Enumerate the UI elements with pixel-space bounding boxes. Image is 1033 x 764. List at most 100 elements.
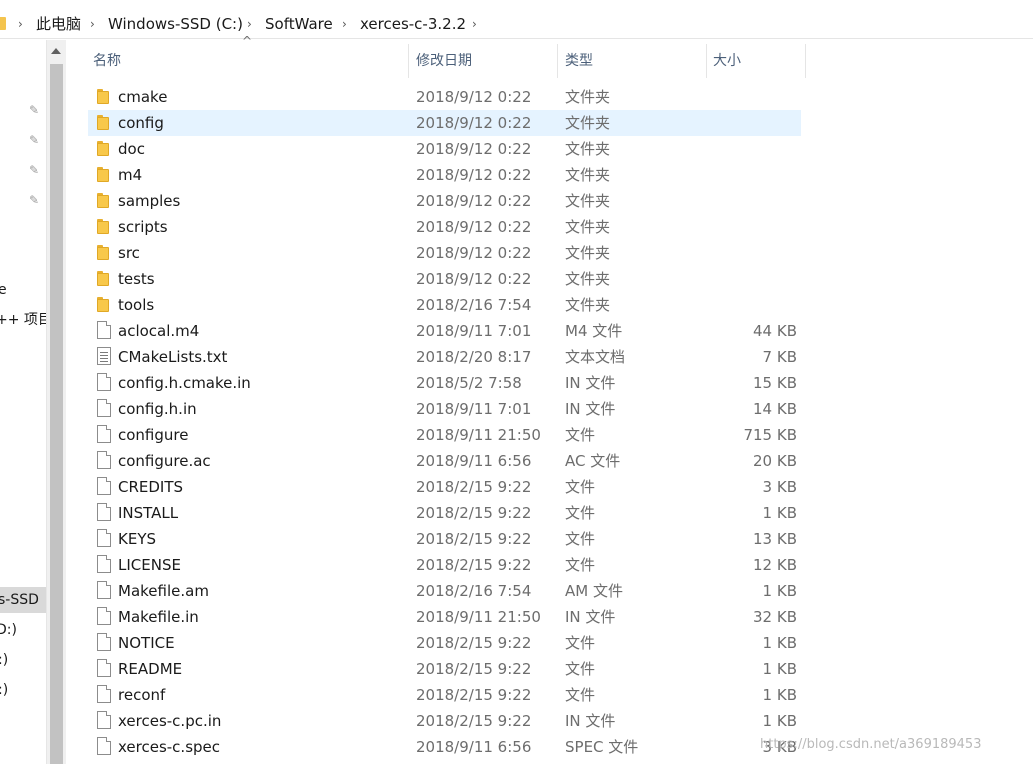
file-row[interactable]: Makefile.in 2018/9/11 21:50 IN 文件 32 KB (88, 604, 801, 630)
column-divider[interactable] (408, 44, 409, 78)
nav-item-project[interactable]: ++ 项目 (0, 310, 46, 330)
file-row[interactable]: config.h.cmake.in 2018/5/2 7:58 IN 文件 15 KB (88, 370, 801, 396)
file-date: 2018/9/11 21:50 (416, 426, 541, 444)
file-name: configure (118, 426, 189, 444)
nav-scrollbar[interactable] (46, 40, 66, 764)
file-row[interactable]: LICENSE 2018/2/15 9:22 文件 12 KB (88, 552, 801, 578)
column-header-type[interactable]: 类型 (565, 40, 593, 80)
breadcrumb-drive[interactable]: Windows-SSD (C:) (108, 14, 243, 34)
file-row[interactable]: xerces-c.pc.in 2018/2/15 9:22 IN 文件 1 KB (88, 708, 801, 734)
file-size: 1 KB (762, 660, 797, 678)
file-date: 2018/5/2 7:58 (416, 374, 522, 392)
chevron-right-icon[interactable]: › (342, 14, 347, 34)
file-row[interactable]: config.h.in 2018/9/11 7:01 IN 文件 14 KB (88, 396, 801, 422)
file-row[interactable]: configure.ac 2018/9/11 6:56 AC 文件 20 KB (88, 448, 801, 474)
file-row[interactable]: configure 2018/9/11 21:50 文件 715 KB (88, 422, 801, 448)
file-row[interactable]: INSTALL 2018/2/15 9:22 文件 1 KB (88, 500, 801, 526)
file-date: 2018/9/12 0:22 (416, 166, 532, 184)
file-row[interactable]: doc 2018/9/12 0:22 文件夹 (88, 136, 801, 162)
file-row[interactable]: cmake 2018/9/12 0:22 文件夹 (88, 84, 801, 110)
file-type: 文本文档 (565, 348, 626, 366)
file-row[interactable]: samples 2018/9/12 0:22 文件夹 (88, 188, 801, 214)
file-row[interactable]: README 2018/2/15 9:22 文件 1 KB (88, 656, 801, 682)
file-row[interactable]: src 2018/9/12 0:22 文件夹 (88, 240, 801, 266)
file-date: 2018/2/16 7:54 (416, 582, 532, 600)
file-date: 2018/2/15 9:22 (416, 660, 532, 678)
nav-item[interactable]: e (0, 280, 7, 300)
file-name: cmake (118, 88, 168, 106)
file-date: 2018/9/12 0:22 (416, 88, 532, 106)
pin-icon[interactable]: ✎ (27, 163, 41, 177)
file-date: 2018/9/12 0:22 (416, 270, 532, 288)
file-size: 1 KB (762, 634, 797, 652)
file-row[interactable]: tests 2018/9/12 0:22 文件夹 (88, 266, 801, 292)
file-type: IN 文件 (565, 400, 616, 418)
scrollbar-thumb[interactable] (50, 64, 63, 764)
file-row[interactable]: aclocal.m4 2018/9/11 7:01 M4 文件 44 KB (88, 318, 801, 344)
pin-icon[interactable]: ✎ (27, 103, 41, 117)
file-name: tools (118, 296, 155, 314)
nav-item-drive[interactable]: :) (0, 680, 8, 700)
file-type: 文件夹 (565, 166, 611, 184)
file-row[interactable]: scripts 2018/9/12 0:22 文件夹 (88, 214, 801, 240)
column-header-date[interactable]: 修改日期 (416, 40, 472, 80)
file-row[interactable]: CREDITS 2018/2/15 9:22 文件 3 KB (88, 474, 801, 500)
file-date: 2018/9/12 0:22 (416, 140, 532, 158)
file-type: IN 文件 (565, 374, 616, 392)
file-row[interactable]: CMakeLists.txt 2018/2/20 8:17 文本文档 7 KB (88, 344, 801, 370)
breadcrumb-xerces[interactable]: xerces-c-3.2.2 (360, 14, 466, 34)
pin-icon[interactable]: ✎ (27, 133, 41, 147)
chevron-right-icon[interactable]: › (247, 14, 252, 34)
address-bar[interactable]: › 此电脑 › Windows-SSD (C:) › SoftWare › xe… (0, 10, 1033, 39)
file-date: 2018/9/12 0:22 (416, 192, 532, 210)
file-row[interactable]: KEYS 2018/2/15 9:22 文件 13 KB (88, 526, 801, 552)
file-row[interactable]: config 2018/9/12 0:22 文件夹 (88, 110, 801, 136)
chevron-right-icon[interactable]: › (18, 14, 23, 34)
file-date: 2018/9/11 6:56 (416, 738, 532, 756)
nav-item-drive-d[interactable]: D:) (0, 620, 17, 640)
file-size (688, 188, 797, 214)
chevron-right-icon[interactable]: › (90, 14, 95, 34)
file-name: LICENSE (118, 556, 181, 574)
file-name: scripts (118, 218, 168, 236)
file-icon (97, 659, 111, 677)
breadcrumb-software[interactable]: SoftWare (265, 14, 333, 34)
file-type: 文件夹 (565, 244, 611, 262)
file-icon (97, 685, 111, 703)
file-date: 2018/2/20 8:17 (416, 348, 532, 366)
explorer-content: ✎ ✎ ✎ ✎ e ++ 项目 s-SSD D:) :) :) ^ 名称 修改日… (0, 34, 1033, 764)
file-icon (97, 633, 111, 651)
nav-item-windows-ssd[interactable]: s-SSD (0, 590, 39, 610)
file-name: config.h.cmake.in (118, 374, 251, 392)
file-date: 2018/2/15 9:22 (416, 556, 532, 574)
file-name: CREDITS (118, 478, 184, 496)
file-row[interactable]: xerces-c.spec 2018/9/11 6:56 SPEC 文件 3 KB (88, 734, 801, 760)
file-row[interactable]: Makefile.am 2018/2/16 7:54 AM 文件 1 KB (88, 578, 801, 604)
file-name: config (118, 114, 164, 132)
file-date: 2018/2/15 9:22 (416, 634, 532, 652)
file-row[interactable]: m4 2018/9/12 0:22 文件夹 (88, 162, 801, 188)
pin-icon[interactable]: ✎ (27, 193, 41, 207)
file-type: 文件 (565, 686, 596, 704)
scroll-up-arrow-icon[interactable] (51, 48, 61, 54)
file-date: 2018/2/15 9:22 (416, 530, 532, 548)
file-size (688, 214, 797, 240)
column-divider[interactable] (706, 44, 707, 78)
file-type: 文件 (565, 478, 596, 496)
column-header-size[interactable]: 大小 (713, 40, 741, 80)
file-icon (97, 503, 111, 521)
file-name: m4 (118, 166, 143, 184)
file-row[interactable]: reconf 2018/2/15 9:22 文件 1 KB (88, 682, 801, 708)
file-row[interactable]: tools 2018/2/16 7:54 文件夹 (88, 292, 801, 318)
breadcrumb-this-pc[interactable]: 此电脑 (36, 14, 81, 34)
chevron-right-icon[interactable]: › (472, 14, 477, 34)
column-divider[interactable] (805, 44, 806, 78)
column-header-name[interactable]: 名称 (93, 40, 121, 80)
file-type: 文件夹 (565, 140, 611, 158)
column-divider[interactable] (557, 44, 558, 78)
file-row[interactable]: NOTICE 2018/2/15 9:22 文件 1 KB (88, 630, 801, 656)
folder-icon (97, 245, 109, 260)
nav-item-drive[interactable]: :) (0, 650, 8, 670)
file-name: INSTALL (118, 504, 179, 522)
file-size: 15 KB (753, 374, 797, 392)
